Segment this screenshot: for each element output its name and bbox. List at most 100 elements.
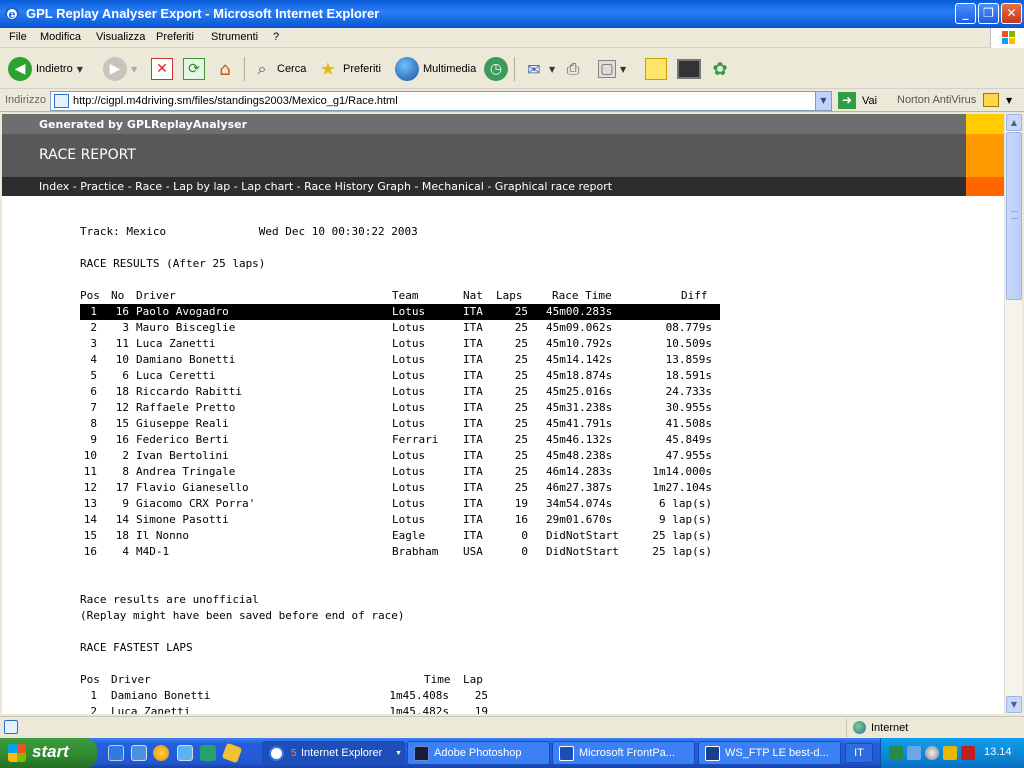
quicklaunch-ie-icon[interactable] — [108, 745, 124, 761]
menu-file[interactable]: File — [9, 31, 27, 43]
cell-team: Lotus — [392, 481, 426, 494]
fastest-header-lap: Lap — [463, 673, 483, 686]
forward-button[interactable]: ▶ ▼ — [103, 55, 137, 83]
tray-norton-icon[interactable] — [943, 746, 957, 760]
forward-arrow-icon: ▶ — [103, 57, 127, 81]
cell-no: 14 — [115, 513, 129, 526]
messenger-button[interactable] — [677, 55, 701, 83]
refresh-button[interactable]: ⟳ — [183, 55, 205, 83]
quicklaunch-network-icon[interactable] — [200, 745, 216, 761]
task-microsoft-frontpage[interactable]: Microsoft FrontPa... — [552, 741, 695, 765]
nav-link-lap-chart[interactable]: Lap chart — [241, 180, 293, 193]
header-pos: Pos — [80, 289, 100, 302]
maximize-button[interactable]: ❐ — [978, 3, 999, 24]
tray-disc-icon[interactable] — [925, 746, 939, 760]
menu-preferiti[interactable]: Preferiti — [156, 31, 194, 43]
cell-no: 15 — [115, 417, 129, 430]
table-row: 15 18 Il Nonno Eagle ITA 0 DidNotStart 25 lap(s… — [80, 528, 720, 544]
stop-button[interactable]: ✕ — [151, 55, 173, 83]
close-button[interactable]: ✕ — [1001, 3, 1022, 24]
nav-link-graphical-race-report[interactable]: Graphical race report — [495, 180, 612, 193]
print-button[interactable]: ⎙ — [562, 55, 584, 83]
edit-button[interactable]: ▢ ▼ — [598, 55, 626, 83]
table-row: 12 17 Flavio Gianesello Lotus ITA 25 46m27.387… — [80, 480, 720, 496]
mail-dropdown-icon[interactable]: ▼ — [549, 65, 555, 74]
nav-link-race-history-graph[interactable]: Race History Graph — [304, 180, 411, 193]
nav-link-index[interactable]: Index — [39, 180, 69, 193]
film-icon — [677, 59, 701, 79]
norton-icon[interactable] — [983, 93, 999, 107]
menu-modifica[interactable]: Modifica — [40, 31, 81, 43]
cell-time: 45m46.132s — [546, 433, 613, 446]
mail-button[interactable]: ✉ ▼ — [523, 55, 555, 83]
cell-team: Lotus — [392, 369, 426, 382]
search-button[interactable]: ⌕ Cerca — [251, 55, 307, 83]
back-button[interactable]: ◀ Indietro ▼ — [8, 55, 83, 83]
edit-dropdown-icon[interactable]: ▼ — [620, 65, 626, 74]
address-url[interactable]: http://cigpl.m4driving.sm/files/standing… — [73, 95, 398, 107]
nav-link-mechanical[interactable]: Mechanical — [422, 180, 484, 193]
task-ws-ftp[interactable]: WS_FTP LE best-d... — [698, 741, 841, 765]
scroll-up-button[interactable]: ▲ — [1006, 114, 1022, 131]
windows-flag-icon — [8, 744, 26, 762]
menu-strumenti[interactable]: Strumenti — [211, 31, 258, 43]
tray-winamp-icon[interactable] — [961, 746, 975, 760]
menu-help[interactable]: ? — [273, 31, 279, 43]
norton-antivirus-label[interactable]: Norton AntiVirus — [897, 94, 976, 106]
quicklaunch-email-icon[interactable] — [131, 745, 147, 761]
address-input[interactable]: http://cigpl.m4driving.sm/files/standing… — [50, 91, 832, 111]
cell-time: 45m48.238s — [546, 449, 613, 462]
icq-button[interactable]: ✿ — [709, 55, 731, 83]
tray-computer-icon[interactable] — [907, 746, 921, 760]
page-content: Generated by GPLReplayAnalyser RACE REPO… — [2, 114, 1004, 714]
media-button[interactable]: Multimedia — [395, 55, 476, 83]
quicklaunch-desktop-icon[interactable] — [177, 745, 193, 761]
cell-driver: Ivan Bertolini — [136, 449, 229, 462]
cell-team: Ferrari — [392, 433, 439, 446]
forward-dropdown-icon[interactable]: ▼ — [131, 65, 137, 74]
window-title: GPL Replay Analyser Export - Microsoft I… — [26, 6, 380, 21]
cell-nat: ITA — [463, 513, 483, 526]
minimize-button[interactable]: _ — [955, 3, 976, 24]
table-row: 3 11 Luca Zanetti Lotus ITA 25 45m10.792s 10.50… — [80, 336, 720, 352]
home-button[interactable]: ⌂ — [214, 55, 236, 83]
task-internet-explorer[interactable]: 5 Internet Explorer ▼ — [262, 741, 405, 765]
cell-laps: 25 — [514, 305, 528, 318]
results-table: Pos No Driver Team Nat Laps Race Time Di… — [80, 288, 720, 560]
cell-team: Lotus — [392, 417, 426, 430]
favorites-button[interactable]: ★ Preferiti — [317, 55, 381, 83]
cell-no: 10 — [115, 353, 129, 366]
vertical-scrollbar[interactable]: ▲ ▼ — [1004, 114, 1022, 714]
notes-button[interactable] — [645, 55, 667, 83]
cell-team: Lotus — [392, 305, 426, 318]
go-button[interactable]: ➜ Vai — [838, 92, 877, 109]
tray-network-icon[interactable] — [889, 746, 903, 760]
cell-driver: M4D-1 — [136, 545, 170, 558]
internet-explorer-icon: e — [5, 7, 19, 21]
table-row: 14 14 Simone Pasotti Lotus ITA 16 29m01.670s 9 … — [80, 512, 720, 528]
fastest-cell-time: 1m45.408s — [389, 689, 449, 702]
cell-driver: Andrea Tringale — [136, 465, 236, 478]
cell-driver: Giacomo CRX Porra' — [136, 497, 256, 510]
scroll-down-button[interactable]: ▼ — [1006, 696, 1022, 713]
back-dropdown-icon[interactable]: ▼ — [77, 65, 83, 74]
start-button[interactable]: start — [0, 738, 97, 768]
history-button[interactable]: ◷ — [484, 55, 508, 83]
cell-driver: Federico Berti — [136, 433, 229, 446]
quicklaunch-media-player-icon[interactable] — [153, 745, 169, 761]
quicklaunch-pencil-icon[interactable] — [221, 742, 243, 764]
scroll-thumb[interactable] — [1006, 132, 1022, 300]
address-dropdown-icon[interactable]: ▼ — [815, 92, 831, 110]
report-nav: Index - Practice - Race - Lap by lap - L… — [2, 177, 966, 196]
norton-dropdown-icon[interactable]: ▼ — [1006, 96, 1012, 105]
task-adobe-photoshop[interactable]: Adobe Photoshop — [407, 741, 550, 765]
nav-link-lap-by-lap[interactable]: Lap by lap — [173, 180, 230, 193]
menu-visualizza[interactable]: Visualizza — [96, 31, 145, 43]
fastest-header-driver: Driver — [111, 673, 151, 686]
table-row: 2 3 Mauro Bisceglie Lotus ITA 25 45m09.062s 08.… — [80, 320, 720, 336]
media-globe-icon — [395, 57, 419, 81]
language-indicator[interactable]: IT — [845, 743, 873, 763]
nav-link-race[interactable]: Race — [135, 180, 162, 193]
cell-nat: ITA — [463, 321, 483, 334]
nav-link-practice[interactable]: Practice — [80, 180, 124, 193]
